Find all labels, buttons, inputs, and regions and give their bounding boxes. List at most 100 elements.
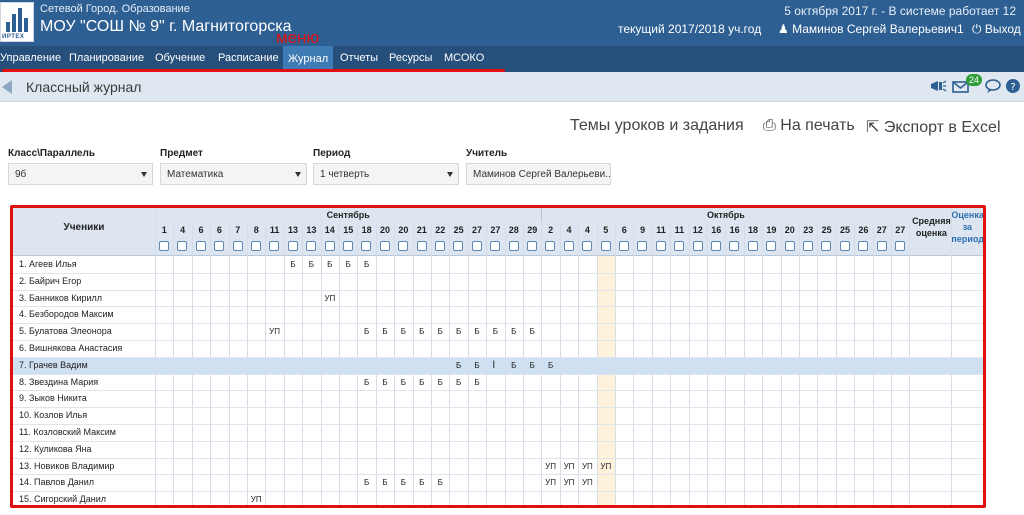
attendance-mark[interactable]: Б bbox=[394, 323, 412, 340]
class-select[interactable]: 9б bbox=[8, 163, 153, 185]
attendance-mark[interactable]: Б bbox=[468, 323, 486, 340]
lesson-select-checkbox[interactable] bbox=[343, 241, 353, 251]
lesson-select-checkbox[interactable] bbox=[214, 241, 225, 251]
attendance-mark[interactable]: Б bbox=[468, 357, 486, 374]
attendance-mark[interactable]: Б bbox=[449, 323, 467, 340]
nav-item-msoko[interactable]: МСОКО bbox=[444, 52, 484, 64]
logout-button[interactable]: ⏻ Выход bbox=[972, 22, 1021, 37]
lesson-select-checkbox[interactable] bbox=[490, 241, 501, 251]
attendance-mark[interactable]: УП bbox=[541, 458, 559, 475]
nav-item-schedule[interactable]: Расписание bbox=[218, 52, 279, 64]
lesson-select-checkbox[interactable] bbox=[600, 241, 611, 251]
student-name[interactable]: 4. Безбородов Максим bbox=[19, 306, 114, 323]
attendance-mark[interactable]: УП bbox=[597, 458, 615, 475]
student-name[interactable]: 11. Козловский Максим bbox=[19, 424, 116, 441]
export-excel-button[interactable]: ⇱ Экспорт в Excel bbox=[866, 117, 1001, 137]
lesson-select-checkbox[interactable] bbox=[839, 241, 850, 251]
student-name[interactable]: 14. Павлов Данил bbox=[19, 474, 94, 491]
student-name[interactable]: 2. Байрич Егор bbox=[19, 273, 81, 290]
lesson-select-checkbox[interactable] bbox=[711, 241, 721, 251]
lesson-select-checkbox[interactable] bbox=[563, 241, 574, 251]
lesson-select-checkbox[interactable] bbox=[324, 241, 335, 251]
lesson-select-checkbox[interactable] bbox=[379, 241, 390, 251]
attendance-mark[interactable]: Б bbox=[431, 374, 449, 391]
lesson-select-checkbox[interactable] bbox=[416, 241, 427, 251]
logo-icon[interactable]: ИРТЕХ bbox=[0, 2, 34, 42]
subject-select[interactable]: Математика bbox=[160, 163, 307, 185]
lesson-select-checkbox[interactable] bbox=[803, 241, 813, 251]
attendance-mark[interactable]: Б bbox=[541, 357, 559, 374]
attendance-mark[interactable]: Б bbox=[468, 374, 486, 391]
lesson-select-checkbox[interactable] bbox=[545, 241, 556, 251]
teacher-select[interactable]: Маминов Сергей Валерьеви... bbox=[466, 163, 611, 185]
lesson-select-checkbox[interactable] bbox=[766, 241, 777, 251]
period-grade-header[interactable]: Оценка за период bbox=[951, 209, 983, 253]
lesson-select-checkbox[interactable] bbox=[895, 241, 905, 251]
lesson-select-checkbox[interactable] bbox=[784, 241, 795, 251]
lesson-select-checkbox[interactable] bbox=[287, 241, 298, 251]
help-icon[interactable]: ? bbox=[1004, 78, 1022, 94]
print-button[interactable]: ⎙ На печать bbox=[763, 117, 855, 135]
student-name[interactable]: 10. Козлов Илья bbox=[19, 407, 87, 424]
lesson-select-checkbox[interactable] bbox=[398, 241, 409, 251]
attendance-mark[interactable]: УП bbox=[560, 474, 578, 491]
attendance-mark[interactable]: Б bbox=[413, 474, 431, 491]
student-name[interactable]: 3. Банников Кирилл bbox=[19, 290, 102, 307]
student-name[interactable]: 8. Звездина Мария bbox=[19, 374, 98, 391]
nav-item-management[interactable]: Управление bbox=[0, 52, 61, 64]
attendance-mark[interactable]: Б bbox=[413, 323, 431, 340]
attendance-mark[interactable]: УП bbox=[265, 323, 283, 340]
lesson-select-checkbox[interactable] bbox=[527, 241, 537, 251]
lesson-select-checkbox[interactable] bbox=[361, 241, 372, 251]
attendance-mark[interactable]: УП bbox=[578, 474, 596, 491]
lesson-select-checkbox[interactable] bbox=[876, 241, 887, 251]
nav-item-learning[interactable]: Обучение bbox=[155, 52, 205, 64]
attendance-mark[interactable]: Б bbox=[505, 357, 523, 374]
attendance-mark[interactable]: Б bbox=[376, 323, 394, 340]
attendance-mark[interactable]: Б bbox=[357, 323, 375, 340]
lesson-select-checkbox[interactable] bbox=[232, 241, 243, 251]
attendance-mark[interactable]: Б bbox=[394, 474, 412, 491]
student-name[interactable]: 12. Куликова Яна bbox=[19, 441, 92, 458]
student-name[interactable]: 13. Новиков Владимир bbox=[19, 458, 114, 475]
nav-item-planning[interactable]: Планирование bbox=[69, 52, 144, 64]
lesson-select-checkbox[interactable] bbox=[435, 241, 445, 251]
attendance-mark[interactable]: Б bbox=[523, 323, 541, 340]
attendance-mark[interactable]: Б bbox=[376, 474, 394, 491]
attendance-mark[interactable]: Б bbox=[523, 357, 541, 374]
attendance-mark[interactable]: Б bbox=[449, 357, 467, 374]
lesson-select-checkbox[interactable] bbox=[306, 241, 317, 251]
lesson-select-checkbox[interactable] bbox=[729, 241, 740, 251]
attendance-mark[interactable]: Б bbox=[413, 374, 431, 391]
attendance-mark[interactable]: Б bbox=[339, 256, 357, 273]
student-name[interactable]: 6. Вишнякова Анастасия bbox=[19, 340, 122, 357]
lesson-select-checkbox[interactable] bbox=[637, 241, 648, 251]
lesson-select-checkbox[interactable] bbox=[453, 241, 464, 251]
lesson-select-checkbox[interactable] bbox=[177, 241, 188, 251]
attendance-mark[interactable]: Б bbox=[284, 256, 302, 273]
lesson-topics-link[interactable]: Темы уроков и задания bbox=[570, 117, 744, 135]
attendance-mark[interactable]: Б bbox=[449, 374, 467, 391]
attendance-mark[interactable]: УП bbox=[321, 290, 339, 307]
lesson-select-checkbox[interactable] bbox=[858, 241, 869, 251]
chat-icon[interactable] bbox=[984, 78, 1002, 94]
student-name[interactable]: 5. Булатова Элеонора bbox=[19, 323, 112, 340]
nav-item-resources[interactable]: Ресурсы bbox=[389, 52, 432, 64]
attendance-mark[interactable]: Б bbox=[357, 374, 375, 391]
attendance-mark[interactable]: Б bbox=[431, 474, 449, 491]
student-name[interactable]: 7. Грачев Вадим bbox=[19, 357, 88, 374]
lesson-select-checkbox[interactable] bbox=[747, 241, 758, 251]
lesson-select-checkbox[interactable] bbox=[195, 241, 206, 251]
attendance-mark[interactable]: Б bbox=[357, 474, 375, 491]
student-name[interactable]: 9. Зыков Никита bbox=[19, 390, 87, 407]
lesson-select-checkbox[interactable] bbox=[674, 241, 685, 251]
lesson-select-checkbox[interactable] bbox=[508, 241, 519, 251]
attendance-mark[interactable]: Б bbox=[376, 374, 394, 391]
lesson-select-checkbox[interactable] bbox=[619, 241, 629, 251]
attendance-mark[interactable]: Б bbox=[486, 323, 504, 340]
lesson-select-checkbox[interactable] bbox=[582, 241, 593, 251]
attendance-mark[interactable]: УП bbox=[541, 474, 559, 491]
attendance-mark[interactable]: Б bbox=[431, 323, 449, 340]
attendance-mark[interactable]: Б bbox=[505, 323, 523, 340]
lesson-select-checkbox[interactable] bbox=[692, 241, 703, 251]
